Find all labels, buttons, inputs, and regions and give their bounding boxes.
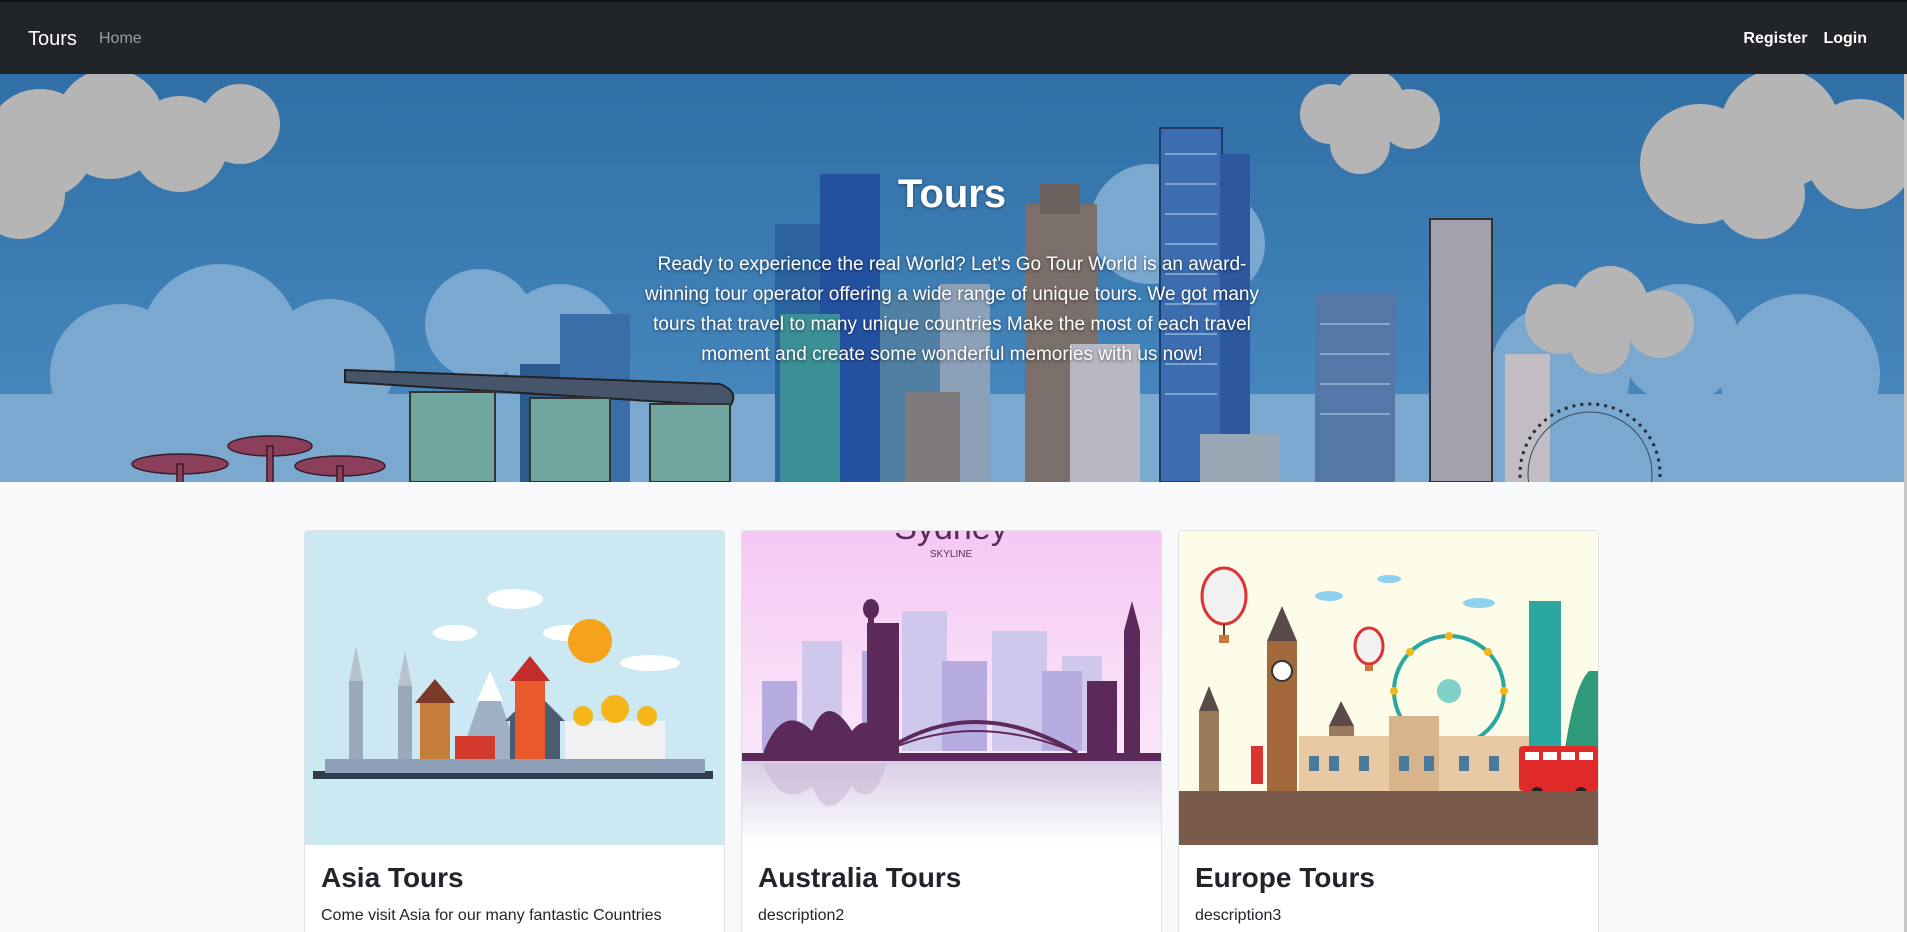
skyline-image-subtitle: SKYLINE (930, 549, 973, 560)
hero-title: Tours (897, 172, 1007, 216)
register-link[interactable]: Register (1743, 30, 1807, 48)
login-link[interactable]: Login (1823, 30, 1867, 48)
card-description: description3 (1195, 907, 1282, 924)
hero-description: Ready to experience the real World? Let'… (644, 254, 1259, 365)
sydney-image-title: Sydney (894, 531, 1007, 547)
card-title: Asia Tours (321, 862, 464, 893)
brand-link[interactable]: Tours (28, 28, 77, 51)
card-description: description2 (758, 907, 845, 924)
navbar: Tours Home Register Login (0, 0, 1907, 74)
card-title: Europe Tours (1195, 862, 1375, 893)
australia-card-image: Sydney SKYLINE (742, 531, 1161, 845)
hero-banner: Tours Ready to experience the real World… (0, 74, 1904, 482)
asia-card-image (305, 531, 724, 845)
nav-auth-links: Register Login (1743, 30, 1867, 48)
nav-link-home[interactable]: Home (99, 30, 142, 48)
tour-card-asia[interactable]: Asia Tours Come visit Asia for our many … (304, 530, 725, 932)
card-description: Come visit Asia for our many fantastic C… (321, 907, 662, 924)
europe-card-image (1179, 531, 1598, 845)
tour-card-australia[interactable]: Sydney SKYLINE (741, 530, 1162, 932)
tour-card-europe[interactable]: Europe Tours description3 (1178, 530, 1599, 932)
card-title: Australia Tours (758, 862, 962, 893)
